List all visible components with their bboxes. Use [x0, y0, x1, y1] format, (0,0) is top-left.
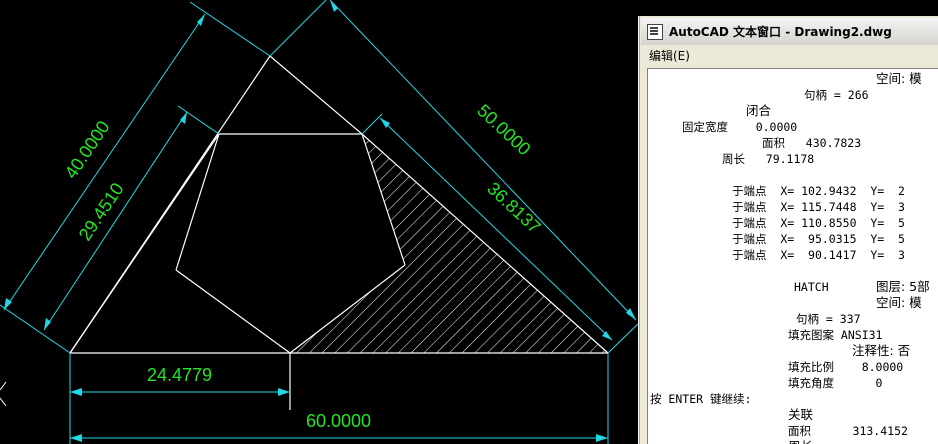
dim-29: 29.4510: [75, 179, 128, 244]
line-pattern: 填充图案 ANSI31: [788, 328, 883, 342]
line-perimeter: 周长 79.1178: [722, 152, 815, 166]
line-area-2: 面积 313.4152: [788, 424, 908, 438]
ucs-icon: [0, 381, 7, 407]
line-scale: 填充比例 8.0000: [788, 360, 904, 374]
line-area: 面积 430.7823: [762, 136, 862, 150]
menu-edit[interactable]: 编辑(E): [641, 47, 698, 64]
dim-36: 36.8137: [483, 178, 544, 237]
dim-60: 60.0000: [306, 411, 371, 431]
line-vertex-3: 于端点 X= 110.8550 Y= 5: [732, 216, 905, 230]
line-continue-prompt: 按 ENTER 键继续:: [650, 392, 752, 406]
line-annotative: 注释性: 否: [852, 343, 911, 358]
app-icon: [647, 23, 663, 40]
line-vertex-5: 于端点 X= 90.1417 Y= 3: [732, 248, 905, 262]
line-vertex-4: 于端点 X= 95.0315 Y= 5: [732, 232, 905, 246]
line-associative: 关联: [788, 407, 814, 422]
hatch-region: [290, 134, 608, 353]
text-window[interactable]: AutoCAD 文本窗口 - Drawing2.dwg 编辑(E) 空间: 模 …: [638, 16, 938, 444]
line-handle: 句柄 = 266: [804, 88, 869, 102]
dim-24: 24.4779: [147, 365, 212, 385]
window-title: AutoCAD 文本窗口 - Drawing2.dwg: [669, 25, 892, 39]
dim-40: 40.0000: [61, 117, 114, 182]
line-vertex-1: 于端点 X= 102.9432 Y= 2: [732, 184, 905, 198]
dim-50: 50.0000: [473, 100, 534, 159]
line-space: 空间: 模: [876, 71, 922, 86]
line-perimeter-2: 周长: [788, 439, 813, 444]
line-width: 固定宽度 0.0000: [682, 120, 798, 134]
inner-pentagon: [69, 133, 406, 410]
line-angle: 填充角度 0: [788, 376, 883, 390]
line-space-2: 空间: 模: [876, 295, 922, 310]
line-layer: 图层: 5部: [876, 279, 930, 294]
line-hatch: HATCH: [794, 280, 829, 294]
menu-bar: 编辑(E): [641, 45, 938, 65]
line-vertex-2: 于端点 X= 115.7448 Y= 3: [732, 200, 905, 214]
command-history[interactable]: 空间: 模 句柄 = 266 闭合 固定宽度 0.0000 面积 430.782…: [647, 68, 938, 444]
line-closed: 闭合: [746, 103, 772, 118]
title-bar[interactable]: AutoCAD 文本窗口 - Drawing2.dwg: [641, 18, 938, 45]
line-handle-2: 句柄 = 337: [796, 312, 861, 326]
